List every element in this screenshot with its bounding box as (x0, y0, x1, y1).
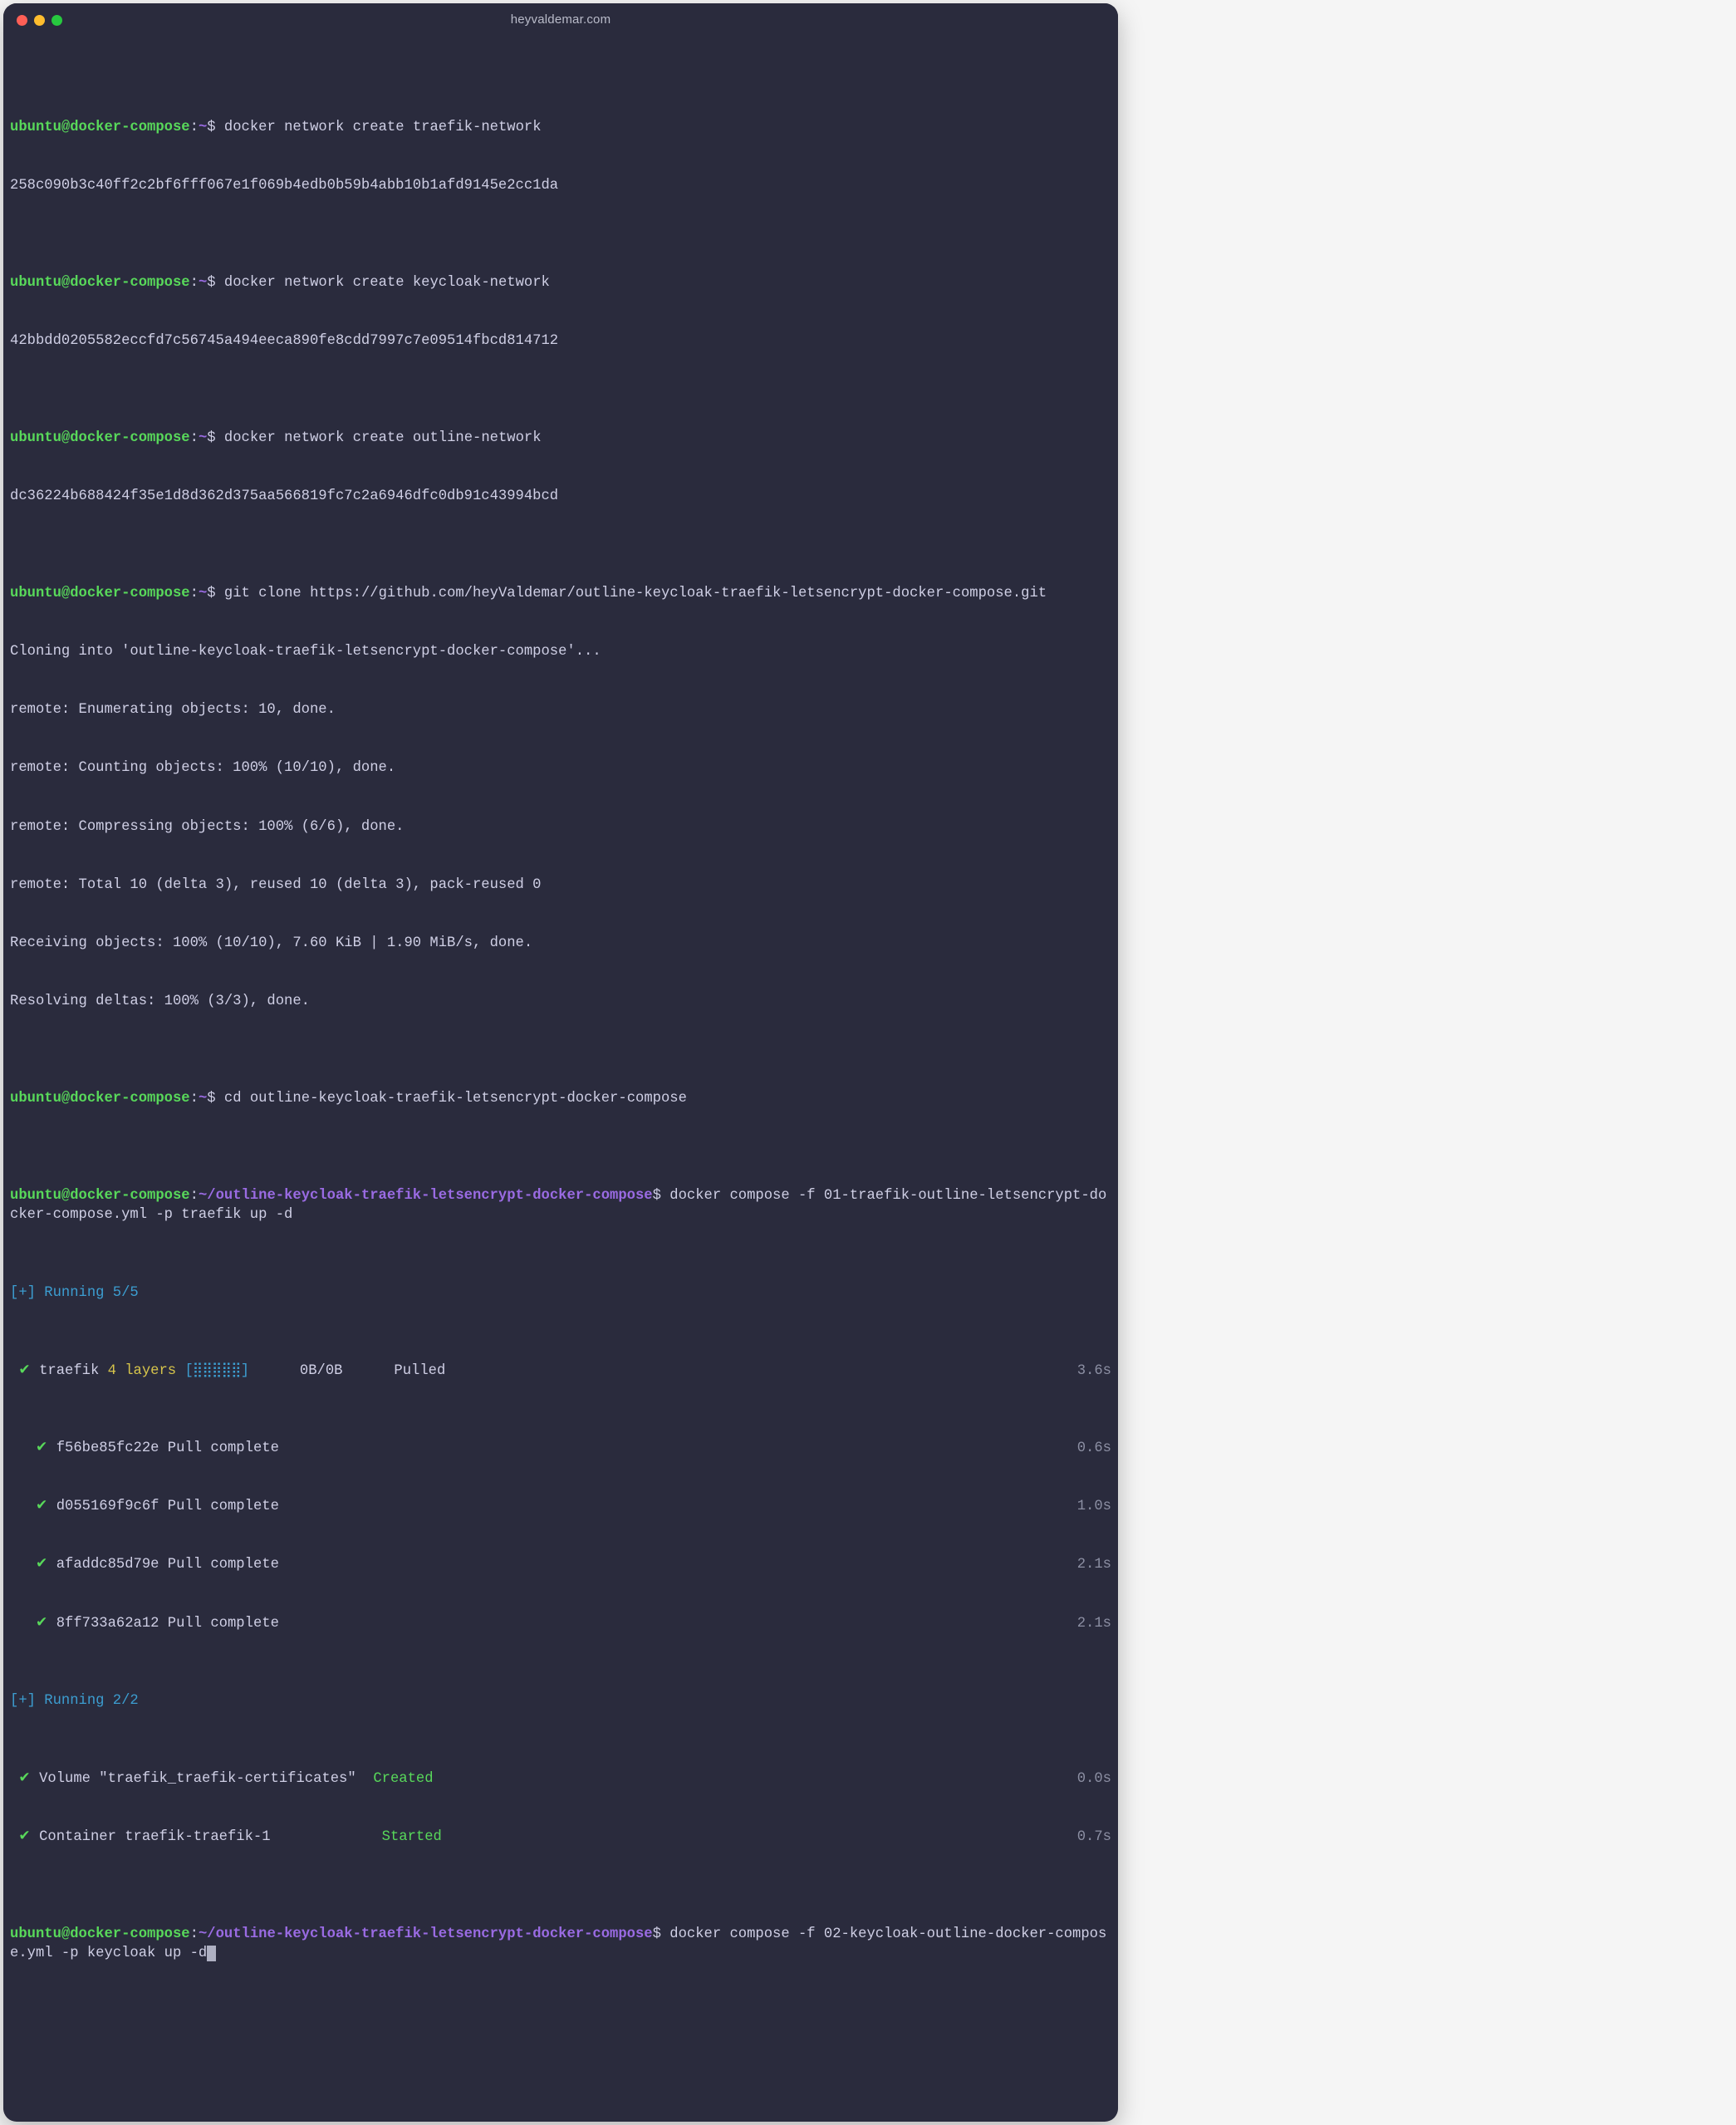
window-controls (3, 15, 62, 26)
prompt-line: ubuntu@docker-compose:~$ docker network … (10, 273, 1111, 292)
check-icon: ✔ (36, 1499, 47, 1514)
prompt-line: ubuntu@docker-compose:~/outline-keycloak… (10, 1186, 1111, 1225)
cursor-icon (207, 1946, 215, 1961)
status-badge: Started (382, 1829, 442, 1845)
compose-item: ✔ Container traefik-traefik-1 Started 0.… (10, 1828, 1111, 1847)
progress-bar: [⣿⣿⣿⣿⣿] (184, 1363, 248, 1379)
minimize-icon[interactable] (34, 15, 45, 26)
command: docker network create outline-network (224, 430, 542, 446)
timing: 1.0s (1077, 1497, 1111, 1516)
close-icon[interactable] (17, 15, 27, 26)
output-line: dc36224b688424f35e1d8d362d375aa566819fc7… (10, 487, 1111, 506)
run-header: [+] Running 5/5 (10, 1283, 1111, 1303)
window-title: heyvaldemar.com (3, 12, 1118, 28)
prompt-line: ubuntu@docker-compose:~$ docker network … (10, 429, 1111, 448)
pull-layer: ✔ 8ff733a62a12 Pull complete 2.1s (10, 1614, 1111, 1633)
output-line: remote: Total 10 (delta 3), reused 10 (d… (10, 876, 1111, 895)
prompt-line: ubuntu@docker-compose:~$ git clone https… (10, 584, 1111, 603)
timing: 2.1s (1077, 1555, 1111, 1574)
check-icon: ✔ (36, 1557, 47, 1573)
zoom-icon[interactable] (51, 15, 62, 26)
timing: 0.7s (1077, 1828, 1111, 1847)
output-line: Resolving deltas: 100% (3/3), done. (10, 992, 1111, 1011)
check-icon: ✔ (36, 1440, 47, 1456)
command: git clone https://github.com/heyValdemar… (224, 586, 1047, 601)
timing: 3.6s (1077, 1362, 1111, 1381)
titlebar: heyvaldemar.com (3, 3, 1118, 37)
pull-layer: ✔ d055169f9c6f Pull complete 1.0s (10, 1497, 1111, 1516)
compose-item: ✔ Volume "traefik_traefik-certificates" … (10, 1769, 1111, 1789)
prompt-dollar: $ (207, 120, 215, 135)
command: docker network create keycloak-network (224, 275, 550, 291)
check-icon: ✔ (18, 1829, 30, 1845)
timing: 2.1s (1077, 1614, 1111, 1633)
timing: 0.0s (1077, 1769, 1111, 1789)
prompt-line-current[interactable]: ubuntu@docker-compose:~/outline-keycloak… (10, 1925, 1111, 1964)
output-line: Cloning into 'outline-keycloak-traefik-l… (10, 642, 1111, 661)
output-line: Receiving objects: 100% (10/10), 7.60 Ki… (10, 934, 1111, 953)
prompt-path: ~ (199, 120, 207, 135)
pull-summary: ✔ traefik 4 layers [⣿⣿⣿⣿⣿] 0B/0B Pulled … (10, 1362, 1111, 1381)
output-line: remote: Enumerating objects: 10, done. (10, 700, 1111, 719)
status-badge: Created (373, 1771, 433, 1787)
pull-layer: ✔ afaddc85d79e Pull complete 2.1s (10, 1555, 1111, 1574)
terminal-window: heyvaldemar.com ubuntu@docker-compose:~$… (3, 3, 1118, 2122)
timing: 0.6s (1077, 1439, 1111, 1458)
terminal-body[interactable]: ubuntu@docker-compose:~$ docker network … (3, 37, 1118, 2022)
check-icon: ✔ (18, 1771, 30, 1787)
run-header: [+] Running 2/2 (10, 1691, 1111, 1710)
output-line: 258c090b3c40ff2c2bf6fff067e1f069b4edb0b5… (10, 176, 1111, 195)
output-line: remote: Compressing objects: 100% (6/6),… (10, 817, 1111, 837)
command: docker network create traefik-network (224, 120, 542, 135)
prompt-line: ubuntu@docker-compose:~$ cd outline-keyc… (10, 1089, 1111, 1108)
command: cd outline-keycloak-traefik-letsencrypt-… (224, 1091, 687, 1107)
pull-layer: ✔ f56be85fc22e Pull complete 0.6s (10, 1439, 1111, 1458)
check-icon: ✔ (18, 1363, 30, 1379)
output-line: 42bbdd0205582eccfd7c56745a494eeca890fe8c… (10, 331, 1111, 351)
prompt-path: ~/outline-keycloak-traefik-letsencrypt-d… (199, 1188, 653, 1204)
prompt-line: ubuntu@docker-compose:~$ docker network … (10, 118, 1111, 137)
output-line: remote: Counting objects: 100% (10/10), … (10, 758, 1111, 778)
check-icon: ✔ (36, 1616, 47, 1632)
prompt-user: ubuntu@docker-compose (10, 120, 190, 135)
